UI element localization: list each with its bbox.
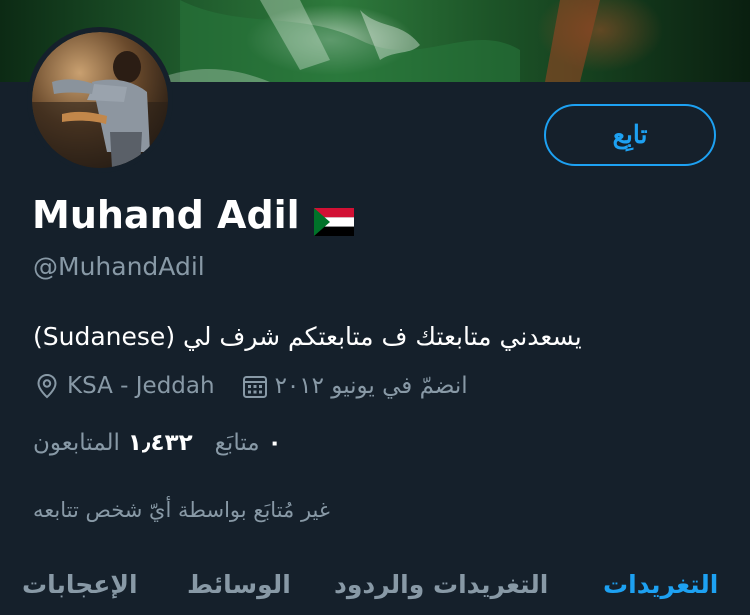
profile-joined: انضمّ في يونيو ٢٠١٢ — [274, 373, 468, 399]
avatar[interactable] — [27, 27, 173, 173]
profile-location: KSA - Jeddah — [67, 373, 215, 399]
calendar-icon — [241, 372, 269, 400]
profile-stats: ٠ متابَع ١٫٤٣٢ المتابعون — [33, 430, 282, 456]
profile-tabs: الإعجابات الوسائط التغريدات والردود التغ… — [0, 560, 750, 615]
following-count[interactable]: ٠ — [268, 430, 282, 456]
tab-media[interactable]: الوسائط — [187, 570, 291, 599]
profile-meta: KSA - Jeddah انضمّ في يونيو ٢٠١٢ — [33, 372, 468, 400]
sudan-flag-icon — [313, 201, 354, 236]
profile-name-row: Muhand Adil — [32, 193, 354, 237]
profile-bio: يسعدني متابعتك ف متابعتكم شرف لي (Sudane… — [33, 322, 582, 351]
followers-count[interactable]: ١٫٤٣٢ — [128, 430, 193, 456]
profile-name: Muhand Adil — [32, 193, 300, 237]
profile-handle: @MuhandAdil — [33, 252, 205, 281]
avatar-image — [32, 32, 168, 168]
tab-tweets[interactable]: التغريدات — [603, 570, 718, 599]
not-followed-notice: غير مُتابَع بواسطة أيّ شخص تتابعه — [33, 498, 330, 522]
follow-button[interactable]: تابِع — [544, 104, 716, 166]
location-pin-icon — [33, 372, 61, 400]
tab-tweets-and-replies[interactable]: التغريدات والردود — [334, 570, 548, 599]
tab-likes[interactable]: الإعجابات — [22, 570, 138, 599]
following-label[interactable]: متابَع — [215, 430, 260, 456]
followers-label[interactable]: المتابعون — [33, 430, 120, 456]
